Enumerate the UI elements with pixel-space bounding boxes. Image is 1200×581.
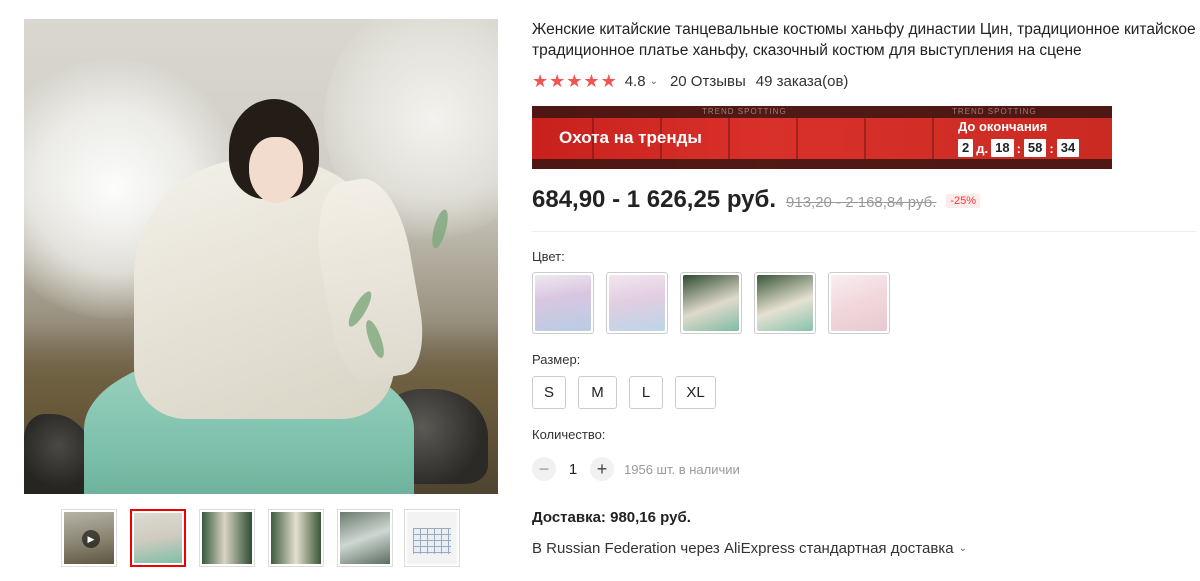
color-option[interactable] [828, 272, 890, 334]
star-icon: ★ [566, 71, 583, 91]
thumbnail-image [340, 512, 390, 564]
product-title: Женские китайские танцевальные костюмы х… [532, 21, 1196, 59]
color-option[interactable] [606, 272, 668, 334]
thumbnail-image [134, 513, 182, 563]
shipping-method[interactable]: В Russian Federation через AliExpress ст… [532, 540, 967, 557]
color-option-image [609, 275, 665, 331]
quantity-stepper: − 1 + 1956 шт. в наличии [532, 457, 740, 481]
countdown-seconds: 34 [1056, 139, 1080, 157]
countdown-separator: : [1016, 140, 1021, 156]
decrease-quantity-button[interactable]: − [532, 457, 556, 481]
countdown-days: 2 [958, 139, 974, 157]
promo-label: Охота на тренды [559, 128, 702, 147]
size-options: S M L XL [532, 376, 716, 409]
rating-row: ★ ★ ★ ★ ★ 4.8 ⌄ 20 Отзывы 49 заказа(ов) [532, 71, 848, 91]
play-icon: ▶ [82, 530, 100, 548]
size-option-s[interactable]: S [532, 376, 566, 409]
price-row: 684,90 - 1 626,25 руб. 913,20 - 2 168,84… [532, 186, 981, 214]
size-option-m[interactable]: M [578, 376, 617, 409]
main-product-image[interactable] [24, 19, 498, 494]
discount-badge: -25% [946, 194, 981, 208]
orders-count: 49 заказа(ов) [755, 72, 849, 90]
chevron-down-icon[interactable]: ⌄ [650, 76, 658, 87]
banner-brand-text: TREND SPOTTING [952, 107, 1037, 116]
size-option-xl[interactable]: XL [675, 376, 716, 409]
shipping-method-label: В Russian Federation через AliExpress ст… [532, 540, 954, 557]
stock-info: 1956 шт. в наличии [624, 461, 740, 477]
thumbnail-active[interactable] [130, 509, 186, 567]
current-price: 684,90 - 1 626,25 руб. [532, 186, 777, 213]
chevron-down-icon: ⌄ [958, 543, 967, 554]
color-option-image [831, 275, 887, 331]
banner-stripe [532, 159, 1112, 169]
color-option-image [757, 275, 813, 331]
color-option-image [535, 275, 591, 331]
quantity-label: Количество: [532, 427, 606, 442]
color-option[interactable] [754, 272, 816, 334]
color-options [532, 272, 890, 334]
thumbnail-video[interactable]: ▶ [61, 509, 117, 567]
star-icon: ★ [600, 71, 617, 91]
size-table-graphic [413, 528, 451, 554]
thumbnail-size-chart[interactable] [404, 509, 460, 567]
size-option-l[interactable]: L [629, 376, 663, 409]
shipping-price: Доставка: 980,16 руб. [532, 509, 691, 526]
size-label: Размер: [532, 352, 581, 367]
color-label: Цвет: [532, 249, 565, 264]
banner-brand-text: TREND SPOTTING [702, 107, 787, 116]
rating-value[interactable]: 4.8 [625, 73, 646, 90]
star-icon: ★ [532, 71, 549, 91]
reviews-link[interactable]: 20 Отзывы [670, 73, 746, 90]
increase-quantity-button[interactable]: + [590, 457, 614, 481]
old-price: 913,20 - 2 168,84 руб. [786, 194, 937, 211]
countdown-separator: : [1049, 140, 1054, 156]
rating-stars: ★ ★ ★ ★ ★ [532, 72, 617, 90]
countdown-timer: 2 д. 18 : 58 : 34 [958, 139, 1080, 157]
color-option[interactable] [532, 272, 594, 334]
countdown-minutes: 58 [1023, 139, 1047, 157]
color-option-image [683, 275, 739, 331]
thumbnail[interactable] [268, 509, 324, 567]
countdown-label: До окончания [958, 119, 1048, 134]
color-option[interactable] [680, 272, 742, 334]
promo-banner[interactable]: TREND SPOTTING TREND SPOTTING Охота на т… [532, 106, 1112, 169]
countdown-hours: 18 [991, 139, 1014, 157]
countdown-days-unit: д. [976, 140, 989, 156]
thumbnail-image [271, 512, 321, 564]
thumbnail-image [407, 512, 457, 564]
image-face [249, 137, 303, 203]
quantity-value[interactable]: 1 [556, 461, 590, 478]
thumbnail[interactable] [199, 509, 255, 567]
thumbnail-image [202, 512, 252, 564]
divider [532, 231, 1196, 232]
star-icon: ★ [549, 71, 566, 91]
star-icon: ★ [583, 71, 600, 91]
thumbnail[interactable] [337, 509, 393, 567]
